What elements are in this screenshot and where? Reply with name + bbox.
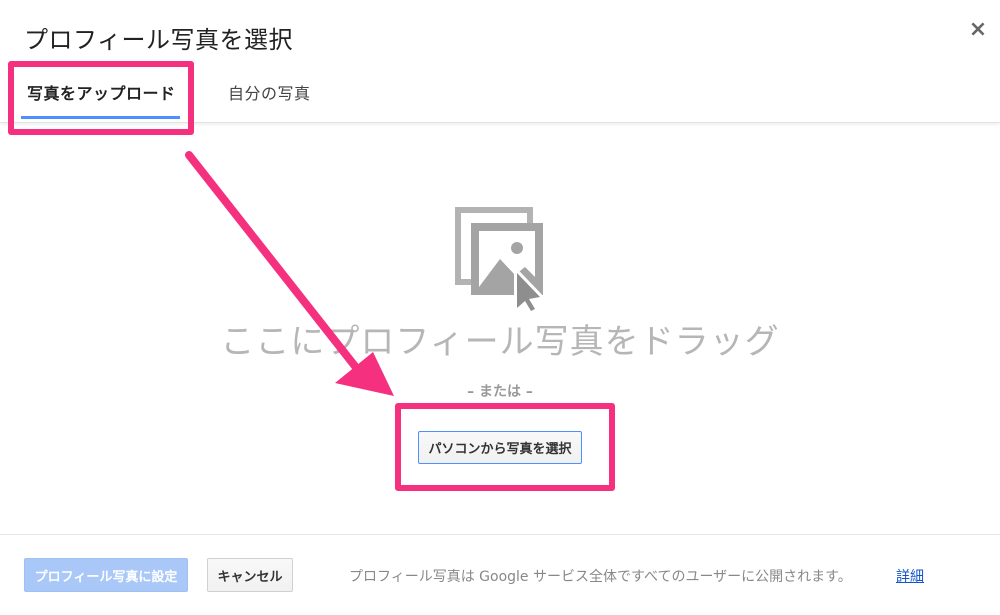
- dialog-title: プロフィール写真を選択: [24, 26, 294, 54]
- close-icon[interactable]: ×: [969, 19, 987, 41]
- select-from-computer-button[interactable]: パソコンから写真を選択: [418, 431, 582, 464]
- cancel-button[interactable]: キャンセル: [207, 558, 293, 592]
- image-cursor-icon: [455, 207, 547, 315]
- tab-upload-photo[interactable]: 写真をアップロード: [27, 80, 176, 104]
- close-button[interactable]: ×: [966, 18, 990, 42]
- privacy-note: プロフィール写真は Google サービス全体ですべてのユーザーに公開されます。: [349, 569, 852, 585]
- tab-my-photos[interactable]: 自分の写真: [228, 80, 311, 104]
- set-profile-photo-button[interactable]: プロフィール写真に設定: [24, 558, 188, 592]
- drag-here-text: ここにプロフィール写真をドラッグ: [220, 322, 780, 362]
- active-tab-indicator: [21, 116, 180, 119]
- details-link[interactable]: 詳細: [896, 566, 924, 586]
- tab-bar: 写真をアップロード 自分の写真: [0, 60, 1000, 123]
- footer-divider: [0, 534, 1000, 535]
- or-separator: – または –: [467, 384, 533, 400]
